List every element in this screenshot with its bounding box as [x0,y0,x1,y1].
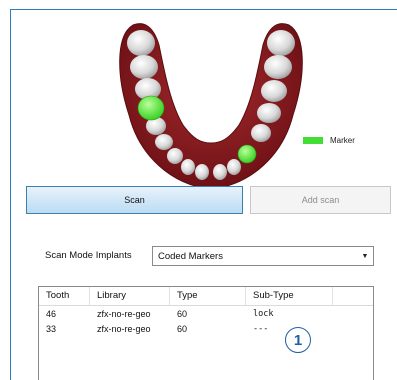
table-row[interactable]: 46 zfx-no-re-geo 60 lock [39,308,373,321]
column-header-subtype[interactable]: Sub-Type [246,287,333,305]
cell-library: zfx-no-re-geo [97,324,151,334]
scan-mode-select[interactable]: Coded Markers ▼ [152,246,374,266]
column-header-library[interactable]: Library [90,287,170,305]
cell-tooth: 33 [46,324,57,334]
dropdown-arrow-icon[interactable]: ▼ [357,253,373,260]
implant-table: Tooth Library Type Sub-Type 46 zfx-no-re… [38,286,374,380]
legend: Marker [303,136,355,145]
scan-mode-label: Scan Mode Implants [45,250,132,261]
implant-marker-33[interactable] [237,144,257,164]
cell-library: zfx-no-re-geo [97,309,151,319]
cell-type: 60 [177,309,188,319]
add-scan-button[interactable]: Add scan [250,186,391,214]
annotation-callout-1: 1 [285,327,311,353]
implant-marker-46[interactable] [137,95,165,121]
column-header-empty [333,287,373,305]
cell-subtype: lock [253,309,274,319]
legend-marker-label: Marker [330,136,355,145]
column-header-tooth[interactable]: Tooth [39,287,90,305]
scan-button[interactable]: Scan [26,186,243,214]
table-header: Tooth Library Type Sub-Type [39,287,373,306]
column-header-type[interactable]: Type [170,287,246,305]
jaw-model-view[interactable] [111,15,311,193]
table-row[interactable]: 33 zfx-no-re-geo 60 --- [39,323,373,336]
cell-tooth: 46 [46,309,57,319]
main-panel: Marker Scan Add scan Scan Mode Implants … [10,9,397,380]
cell-type: 60 [177,324,188,334]
scan-mode-value: Coded Markers [158,250,223,262]
legend-marker-swatch [303,137,323,144]
